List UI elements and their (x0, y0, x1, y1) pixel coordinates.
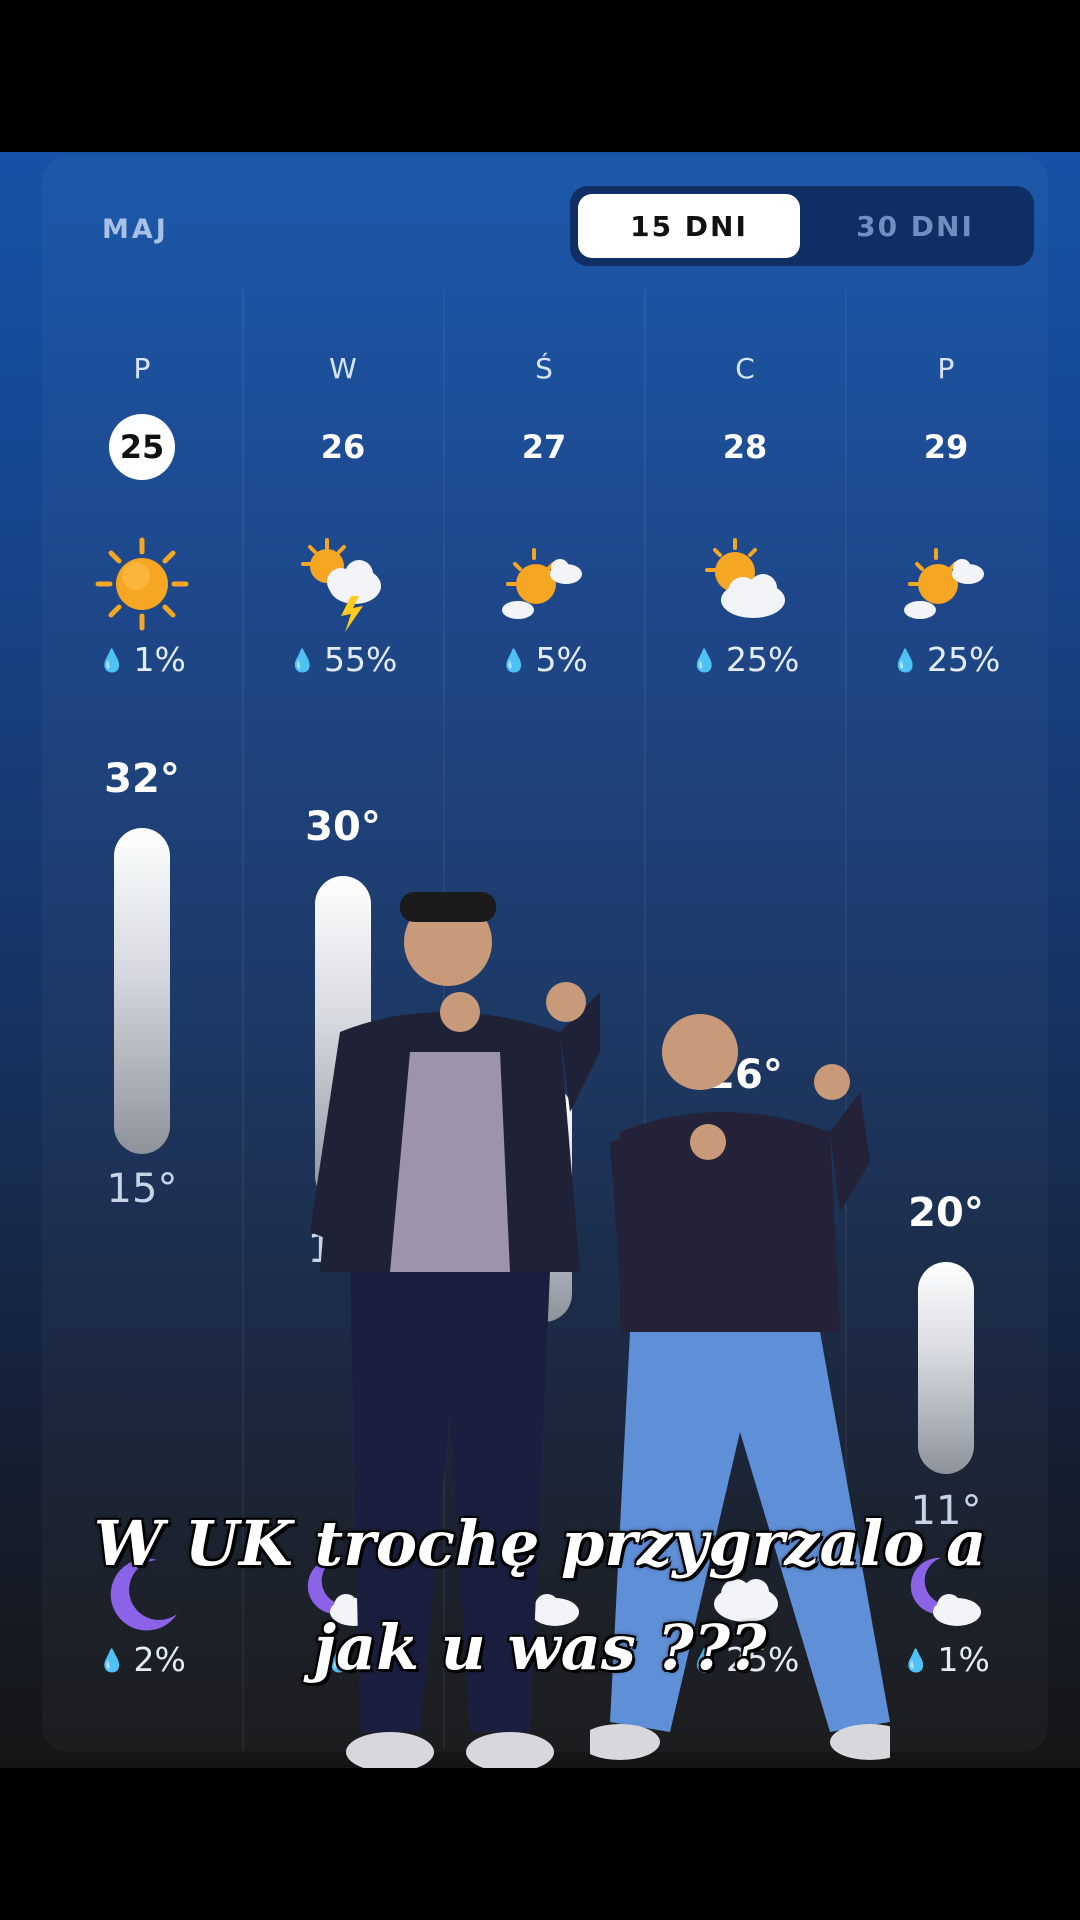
low-temp: 15° (106, 1166, 178, 1212)
precip-value: 55% (324, 640, 398, 679)
caption-line-2: jak u was ??? (313, 1611, 767, 1684)
sun-cloud-lightning-icon (301, 538, 381, 632)
video-caption: W UK trochę przygrzalo a jak u was ??? (60, 1492, 1020, 1700)
precip-value: 1% (133, 640, 186, 679)
caption-line-1: W UK trochę przygrzalo a (93, 1507, 987, 1580)
date-label-today: 25 (42, 414, 242, 480)
date-number: 27 (521, 428, 567, 466)
sun-icon (95, 537, 189, 631)
droplet-icon: 💧 (891, 649, 920, 674)
sun-cloud-icon (904, 548, 984, 619)
precip-day: 💧 1% (42, 640, 242, 679)
weekday-label: P (937, 352, 955, 385)
date-label: 29 (846, 414, 1046, 480)
precip-value: 25% (726, 640, 800, 679)
precip-day: 💧 25% (846, 640, 1046, 679)
date-number: 28 (722, 428, 768, 466)
weekday-label: P (133, 352, 151, 385)
droplet-icon: 💧 (288, 649, 317, 674)
weather-forecast-screen: MAJ 15 DNI 30 DNI P 25 💧 1% 32° 15° 💧 2%… (0, 152, 1080, 1768)
precip-day: 💧 55% (243, 640, 443, 679)
date-number: 26 (320, 428, 366, 466)
weekday-label: Ś (535, 352, 553, 385)
droplet-icon: 💧 (500, 649, 528, 674)
precip-day: 💧 25% (645, 640, 845, 679)
date-number: 25 (109, 414, 175, 480)
droplet-icon: 💧 (98, 649, 126, 674)
precip-day: 💧 5% (444, 640, 644, 679)
temp-range-bar (918, 1262, 974, 1474)
high-temp: 30° (305, 804, 381, 850)
droplet-icon: 💧 (690, 649, 719, 674)
date-label: 28 (645, 414, 845, 480)
temp-range-bar (114, 828, 170, 1154)
precip-value: 25% (927, 640, 1001, 679)
sun-behind-cloud-icon (705, 538, 785, 618)
weekday-label: W (329, 352, 357, 385)
weekday-label: C (735, 352, 755, 385)
sun-cloud-icon (502, 548, 582, 619)
date-label: 26 (243, 414, 443, 480)
date-number: 29 (923, 428, 969, 466)
high-temp: 32° (104, 756, 180, 802)
precip-value: 5% (535, 640, 588, 679)
date-label: 27 (444, 414, 644, 480)
